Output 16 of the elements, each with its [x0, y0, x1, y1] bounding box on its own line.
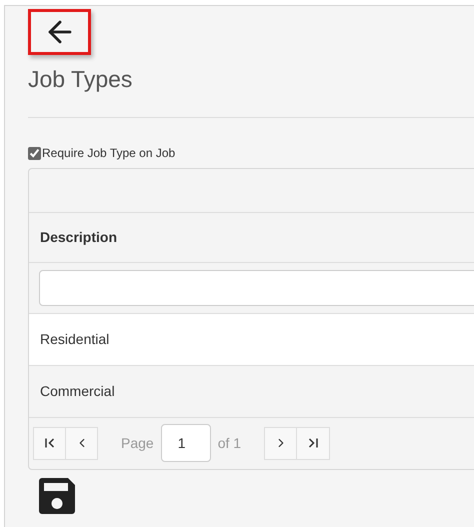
- require-checkbox[interactable]: [28, 146, 41, 160]
- last-page-button[interactable]: [297, 426, 330, 460]
- first-page-button[interactable]: [33, 426, 66, 460]
- save-icon: [39, 478, 75, 514]
- page-number-field[interactable]: 1: [160, 424, 211, 462]
- last-page-icon: [307, 437, 320, 449]
- column-header[interactable]: Description: [29, 213, 474, 263]
- table-cell: Residential: [29, 314, 474, 366]
- filter-field[interactable]: [39, 270, 474, 306]
- page-title: Job Types: [28, 65, 134, 94]
- first-page-icon: [44, 437, 56, 449]
- save-button[interactable]: [39, 478, 75, 514]
- back-button[interactable]: [28, 9, 91, 55]
- checkbox-label: Require Job Type on Job: [42, 146, 176, 160]
- page-count: of 1: [218, 434, 242, 452]
- page-label: Page: [121, 434, 154, 453]
